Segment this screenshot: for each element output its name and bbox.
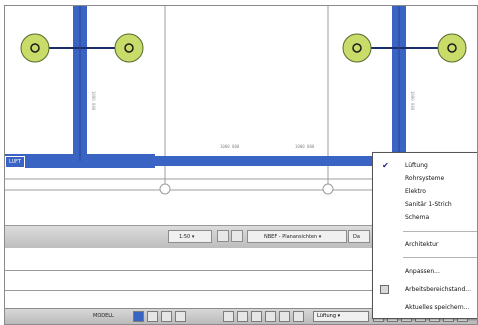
grid-bubble[interactable] <box>322 183 334 195</box>
dimension-label: 1000 000 <box>410 91 415 111</box>
menu-item-arbeitsbereich[interactable]: Arbeitsbereichstand... <box>373 283 477 296</box>
menu-item-anpassen[interactable]: Anpassen... <box>373 265 477 278</box>
system-discipline-dropdown[interactable]: Lüftung ▾ <box>313 311 369 322</box>
menu-item-label: Sanitär 1-Strich <box>405 201 452 208</box>
mode-label: MODELL <box>93 313 114 319</box>
checkmark-icon: ✔ <box>382 161 389 170</box>
discipline-menu: ✔ Lüftung Rohrsysteme Elektro Sanitär 1-… <box>372 152 477 319</box>
menu-item-architektur[interactable]: Architektur <box>373 238 477 251</box>
chevron-down-icon: ▾ <box>337 313 341 319</box>
menu-item-label: Elektro <box>405 188 426 195</box>
menu-separator <box>403 231 477 232</box>
chevron-down-icon: ▾ <box>317 234 322 240</box>
hide-icon[interactable] <box>237 311 248 322</box>
air-terminal-icon[interactable] <box>342 33 372 63</box>
menu-item-label: Aktuelles speichern... <box>405 304 470 311</box>
menu-item-sanitaer[interactable]: Sanitär 1-Strich <box>373 198 477 211</box>
crop-icon[interactable] <box>223 311 234 322</box>
detail-level-button[interactable] <box>217 230 229 242</box>
reveal-icon[interactable] <box>265 311 276 322</box>
workspace-icon <box>380 285 389 294</box>
duct-tag[interactable]: LUFT <box>5 156 26 168</box>
dimension-label: 1000 000 <box>295 144 315 149</box>
design-options-icon[interactable] <box>293 311 304 322</box>
isolate-icon[interactable] <box>251 311 262 322</box>
system-discipline-value: Lüftung <box>317 313 337 319</box>
visual-style-button[interactable] <box>231 230 243 242</box>
air-terminal-icon[interactable] <box>437 33 467 63</box>
air-terminal-icon[interactable] <box>114 33 144 63</box>
scale-value: 1:50 <box>179 234 191 240</box>
dimension-label: 1000 000 <box>91 91 96 111</box>
menu-item-label: Arbeitsbereichstand... <box>405 286 471 293</box>
menu-item-rohrsysteme[interactable]: Rohrsysteme <box>373 172 477 185</box>
chevron-down-icon: ▾ <box>190 234 195 240</box>
menu-item-label: Anpassen... <box>405 268 440 275</box>
dimension-label: 1000 000 <box>220 144 240 149</box>
menu-item-label: Lüftung <box>405 162 428 169</box>
model-view-icon[interactable] <box>133 311 144 322</box>
filter-icon[interactable] <box>175 311 186 322</box>
worksets-icon[interactable] <box>279 311 290 322</box>
menu-item-lueftung[interactable]: ✔ Lüftung <box>373 159 477 172</box>
grid-bubble[interactable] <box>159 183 171 195</box>
menu-item-schema[interactable]: Schema <box>373 211 477 224</box>
menu-item-label: Architektur <box>405 241 439 248</box>
menu-item-elektro[interactable]: Elektro <box>373 185 477 198</box>
menu-item-label: Rohrsysteme <box>405 175 445 182</box>
view-template-value: NBEF - Planansichten <box>264 234 318 240</box>
sheet-icon[interactable] <box>147 311 158 322</box>
menu-separator <box>403 257 477 258</box>
scale-dropdown[interactable]: 1:50 ▾ <box>168 230 212 243</box>
section-icon[interactable] <box>161 311 172 322</box>
menu-item-label: Schema <box>405 214 430 221</box>
discipline-value: Da <box>353 234 360 240</box>
view-template-dropdown[interactable]: NBEF - Planansichten ▾ <box>247 230 347 243</box>
discipline-dropdown[interactable]: Da <box>348 230 370 243</box>
air-terminal-icon[interactable] <box>20 33 50 63</box>
revit-window: 1000 000 1000 000 1000 000 1000 000 LUFT… <box>4 5 478 325</box>
menu-item-aktuelles-speichern[interactable]: Aktuelles speichern... <box>373 301 477 314</box>
